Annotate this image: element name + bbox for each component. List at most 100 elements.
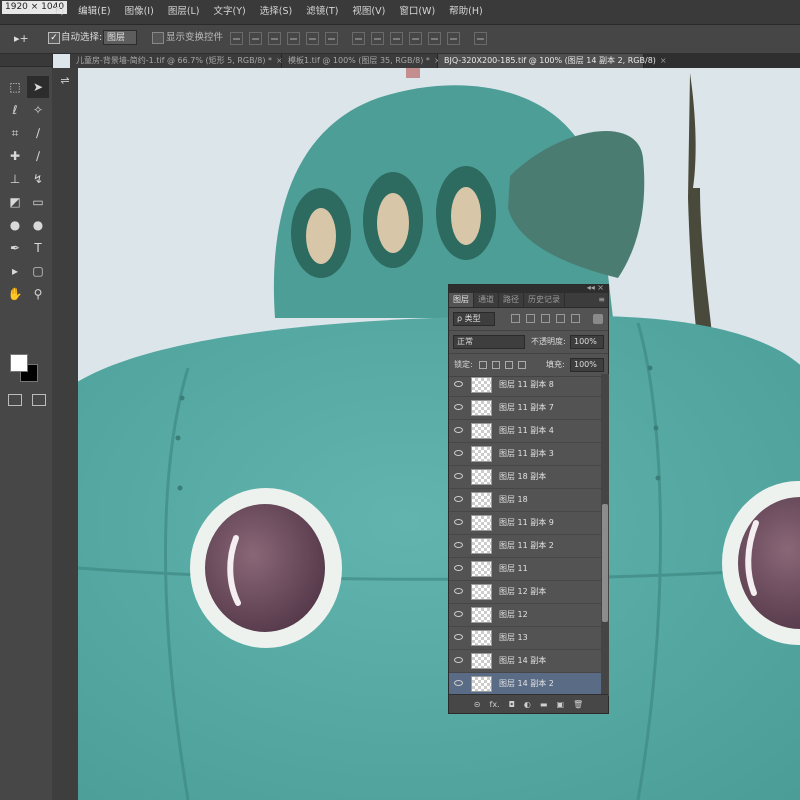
auto-align-icon[interactable] — [474, 32, 487, 45]
layer-row[interactable]: 图层 18 — [449, 489, 601, 512]
eye-icon[interactable] — [454, 611, 463, 617]
eraser-icon[interactable]: ◩ — [4, 191, 26, 213]
eye-icon[interactable] — [454, 588, 463, 594]
eye-icon[interactable] — [454, 680, 463, 686]
move-tool-preset-icon[interactable]: ▸+ — [14, 32, 36, 46]
path-select-icon[interactable]: ▸ — [4, 260, 26, 282]
trash-icon[interactable]: 🗑 — [573, 700, 583, 709]
eye-icon[interactable] — [454, 473, 463, 479]
filter-toggle[interactable] — [593, 314, 603, 324]
distribute-left-icon[interactable] — [409, 32, 422, 45]
menu-window[interactable]: 窗口(W) — [392, 0, 442, 24]
mask-icon[interactable]: ◘ — [509, 700, 515, 709]
lasso-icon[interactable]: ℓ — [4, 99, 26, 121]
adjustment-icon[interactable]: ◐ — [524, 700, 531, 709]
layer-row[interactable]: 图层 18 副本 — [449, 466, 601, 489]
eye-icon[interactable] — [454, 404, 463, 410]
group-icon[interactable]: ▬ — [540, 700, 548, 709]
shape-icon[interactable]: ▢ — [27, 260, 49, 282]
type-icon[interactable]: T — [27, 237, 49, 259]
screen-mode-icon[interactable] — [32, 394, 46, 406]
blend-mode-dropdown[interactable]: 正常 — [453, 335, 525, 349]
auto-select-checkbox[interactable]: ✓ — [48, 32, 60, 44]
layer-row[interactable]: 图层 11 — [449, 558, 601, 581]
tab-3[interactable]: 历史记录 — [524, 293, 565, 307]
layer-row[interactable]: 图层 13 — [449, 627, 601, 650]
history-brush-icon[interactable]: ↯ — [27, 168, 49, 190]
eye-icon[interactable] — [454, 634, 463, 640]
align-right-icon[interactable] — [325, 32, 338, 45]
collapse-icon[interactable]: ◂◂ × — [587, 283, 604, 292]
quick-mask-icon[interactable] — [8, 394, 22, 406]
hand-icon[interactable]: ✋ — [4, 283, 26, 305]
healing-icon[interactable]: ✚ — [4, 145, 26, 167]
layer-row[interactable]: 图层 11 副本 7 — [449, 397, 601, 420]
gradient-icon[interactable]: ▭ — [27, 191, 49, 213]
document-canvas[interactable] — [78, 68, 800, 800]
menu-filter[interactable]: 滤镜(T) — [299, 0, 345, 24]
type-filter-icon[interactable] — [541, 314, 550, 323]
layer-row[interactable]: 图层 11 副本 8 — [449, 374, 601, 397]
eye-icon[interactable] — [454, 496, 463, 502]
layer-row[interactable]: 图层 11 副本 9 — [449, 512, 601, 535]
lock-all-icon[interactable] — [518, 361, 526, 369]
magic-wand-icon[interactable]: ✧ — [27, 99, 49, 121]
document-tab-1[interactable]: 儿童房-背景墙-简约-1.tif @ 66.7% (矩形 5, RGB/8) *… — [70, 54, 283, 68]
lock-paint-icon[interactable] — [492, 361, 500, 369]
link-icon[interactable]: ⊝ — [474, 700, 481, 709]
layer-row[interactable]: 图层 12 — [449, 604, 601, 627]
zoom-icon[interactable]: ⚲ — [27, 283, 49, 305]
show-transform-checkbox[interactable] — [152, 32, 164, 44]
properties-panel-icon[interactable]: ⇌ — [57, 74, 73, 88]
crop-icon[interactable]: ⌗ — [4, 122, 26, 144]
layer-row[interactable]: 图层 12 副本 — [449, 581, 601, 604]
brush-icon[interactable]: ∕ — [27, 145, 49, 167]
marquee-icon[interactable]: ⬚ — [4, 76, 26, 98]
distribute-vcenter-icon[interactable] — [371, 32, 384, 45]
eye-icon[interactable] — [454, 565, 463, 571]
document-tab-2[interactable]: 模板1.tif @ 100% (图层 35, RGB/8) *× — [282, 54, 441, 68]
menu-layer[interactable]: 图层(L) — [161, 0, 207, 24]
foreground-color-swatch[interactable] — [10, 354, 28, 372]
eye-icon[interactable] — [454, 519, 463, 525]
fx-icon[interactable]: fx. — [490, 700, 500, 709]
menu-edit[interactable]: 编辑(E) — [71, 0, 117, 24]
fill-input[interactable]: 100% — [570, 358, 604, 372]
move-icon[interactable]: ➤ — [27, 76, 49, 98]
menu-help[interactable]: 帮助(H) — [442, 0, 490, 24]
eyedropper-icon[interactable]: ∕ — [27, 122, 49, 144]
tab-0[interactable]: 图层 — [449, 293, 474, 307]
tab-2[interactable]: 路径 — [499, 293, 524, 307]
eye-icon[interactable] — [454, 381, 463, 387]
opacity-input[interactable]: 100% — [570, 335, 604, 349]
layer-row[interactable]: 图层 14 副本 — [449, 650, 601, 673]
align-left-icon[interactable] — [287, 32, 300, 45]
lock-position-icon[interactable] — [505, 361, 513, 369]
menu-file[interactable]: F) — [48, 0, 71, 24]
menu-image[interactable]: 图像(I) — [118, 0, 161, 24]
document-tab-3[interactable]: BJQ-320X200-185.tif @ 100% (图层 14 副本 2, … — [438, 54, 667, 68]
distribute-bottom-icon[interactable] — [390, 32, 403, 45]
menu-select[interactable]: 选择(S) — [253, 0, 299, 24]
align-bottom-icon[interactable] — [268, 32, 281, 45]
dodge-icon[interactable]: ● — [27, 214, 49, 236]
align-top-icon[interactable] — [230, 32, 243, 45]
eye-icon[interactable] — [454, 657, 463, 663]
blur-icon[interactable]: ● — [4, 214, 26, 236]
layer-row[interactable]: 图层 14 副本 2 — [449, 673, 601, 696]
layer-filter-dropdown[interactable]: ρ 类型 — [453, 312, 495, 326]
layer-row[interactable]: 图层 11 副本 3 — [449, 443, 601, 466]
lock-pixels-icon[interactable] — [479, 361, 487, 369]
menu-view[interactable]: 视图(V) — [345, 0, 392, 24]
eye-icon[interactable] — [454, 427, 463, 433]
shape-filter-icon[interactable] — [556, 314, 565, 323]
tab-1[interactable]: 通道 — [474, 293, 499, 307]
toolbox-header[interactable] — [0, 54, 52, 67]
panel-menu-icon[interactable]: ≡ — [598, 293, 608, 307]
distribute-hcenter-icon[interactable] — [428, 32, 441, 45]
pixel-filter-icon[interactable] — [511, 314, 520, 323]
stamp-icon[interactable]: ⊥ — [4, 168, 26, 190]
auto-select-target-dropdown[interactable]: 图层 — [103, 30, 137, 45]
layers-panel-header[interactable]: ◂◂ × — [449, 283, 608, 293]
eye-icon[interactable] — [454, 542, 463, 548]
